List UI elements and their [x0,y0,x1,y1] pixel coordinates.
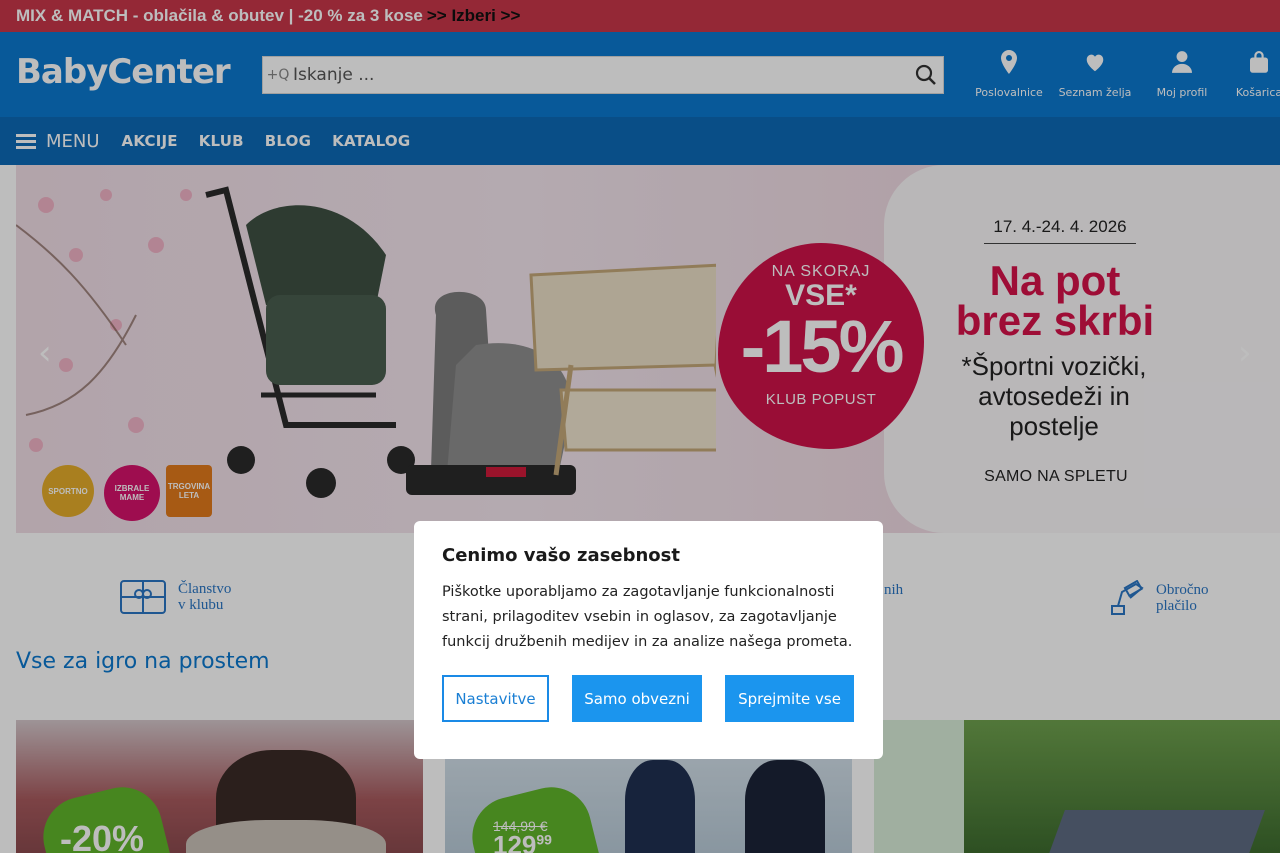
required-only-button[interactable]: Samo obvezni [572,675,702,722]
dialog-body: Piškotke uporabljamo za zagotavljanje fu… [442,584,853,650]
dialog-buttons: Nastavitve Samo obvezni Sprejmite vse [442,675,854,722]
dialog-title: Cenimo vašo zasebnost [442,545,680,566]
accept-all-button[interactable]: Sprejmite vse [725,675,854,722]
settings-button[interactable]: Nastavitve [442,675,549,722]
cookie-consent-dialog: Cenimo vašo zasebnost Piškotke uporablja… [414,521,883,759]
